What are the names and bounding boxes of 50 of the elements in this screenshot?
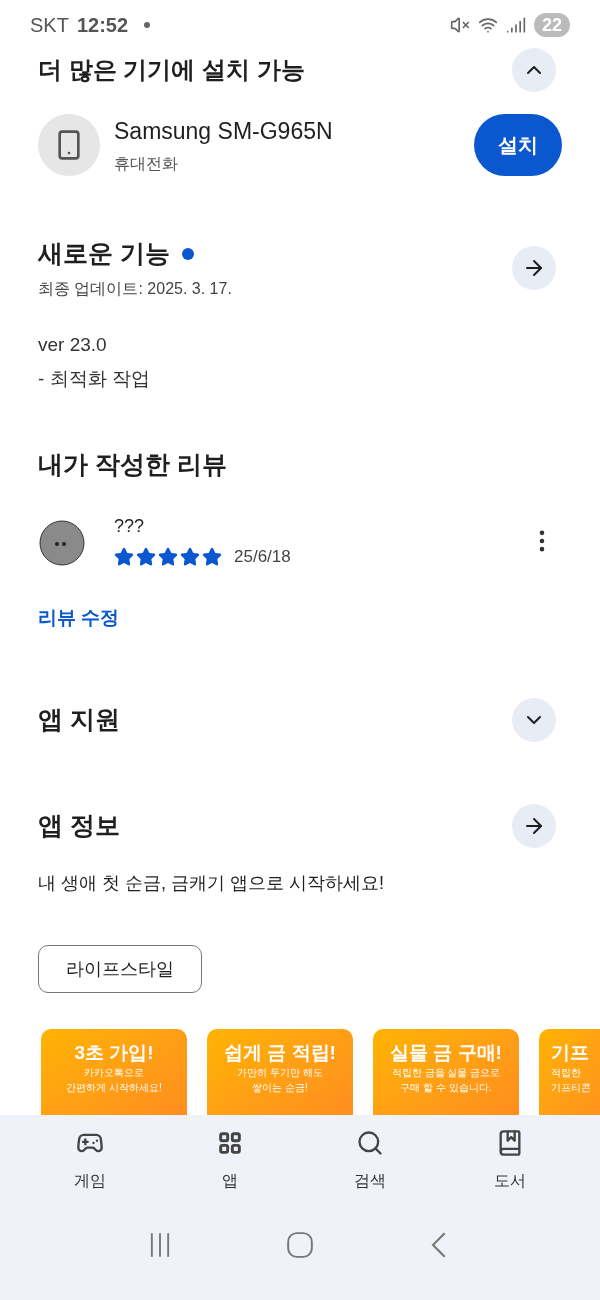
- device-name: Samsung SM-G965N: [114, 116, 334, 146]
- mute-icon: [449, 15, 470, 35]
- nav-tab[interactable]: 앱: [190, 1129, 270, 1193]
- nav-tab[interactable]: 게임: [50, 1129, 130, 1193]
- battery-level: 22: [533, 13, 570, 37]
- section-title: 내가 작성한 리뷰: [37, 448, 228, 480]
- card-caption: 구매 할 수 있습니다.: [400, 1081, 492, 1095]
- update-date: 최종 업데이트: 2025. 3. 17.: [38, 278, 232, 299]
- apps-grid-icon: [216, 1129, 244, 1157]
- nav-tab[interactable]: 도서: [470, 1129, 550, 1193]
- home-icon[interactable]: [286, 1231, 314, 1259]
- card-caption: 기프티콘: [551, 1081, 591, 1095]
- card-caption: 적립한 금을 실물 금으로: [391, 1066, 501, 1080]
- card-title: 3초 가입!: [74, 1041, 154, 1065]
- card-caption: 간편하게 시작하세요!: [66, 1081, 162, 1095]
- open-button[interactable]: [512, 804, 556, 848]
- section-title: 더 많은 기기에 설치 가능: [38, 55, 305, 85]
- card-caption: 쌓이는 순금!: [252, 1081, 308, 1095]
- star-icon: [158, 546, 178, 567]
- star-icon: [202, 546, 222, 567]
- carrier: SKT: [30, 13, 69, 38]
- clock: 12:52: [76, 13, 129, 38]
- card-caption: 적립한: [551, 1066, 581, 1080]
- category-chip[interactable]: 라이프스타일: [38, 945, 202, 993]
- app-description: 내 생애 첫 순금, 금캐기 앱으로 시작하세요!: [37, 872, 385, 895]
- release-note: ver 23.0: [38, 332, 108, 357]
- device-type: 휴대전화: [114, 154, 179, 175]
- section-title: 앱 지원: [38, 704, 120, 736]
- expand-button[interactable]: [512, 698, 556, 742]
- review-date: 25/6/18: [234, 546, 291, 568]
- star-icon: [136, 546, 156, 567]
- star-icon: [180, 546, 200, 567]
- card-title: 기프: [551, 1041, 589, 1065]
- card-title: 쉽게 금 적립!: [224, 1041, 336, 1065]
- open-button[interactable]: [512, 245, 556, 290]
- section-title: 앱 정보: [38, 810, 120, 842]
- nav-tab[interactable]: 검색: [330, 1129, 410, 1193]
- signal-icon: [505, 15, 526, 35]
- reviewer-name: ???: [114, 515, 146, 538]
- release-note: - 최적화 작업: [38, 367, 151, 391]
- collapse-button[interactable]: [512, 48, 556, 92]
- star-icon: [114, 546, 134, 567]
- card-title: 실물 금 구매!: [390, 1041, 502, 1065]
- card-caption: 가만히 두기만 해도: [237, 1066, 323, 1080]
- wifi-icon: [477, 15, 498, 35]
- card-caption: 카카오톡으로: [84, 1066, 144, 1080]
- edit-review-link[interactable]: 리뷰 수정: [0, 603, 600, 632]
- section-title: 새로운 기능: [38, 238, 170, 269]
- search-icon: [356, 1129, 384, 1157]
- install-button[interactable]: 설치: [474, 114, 562, 176]
